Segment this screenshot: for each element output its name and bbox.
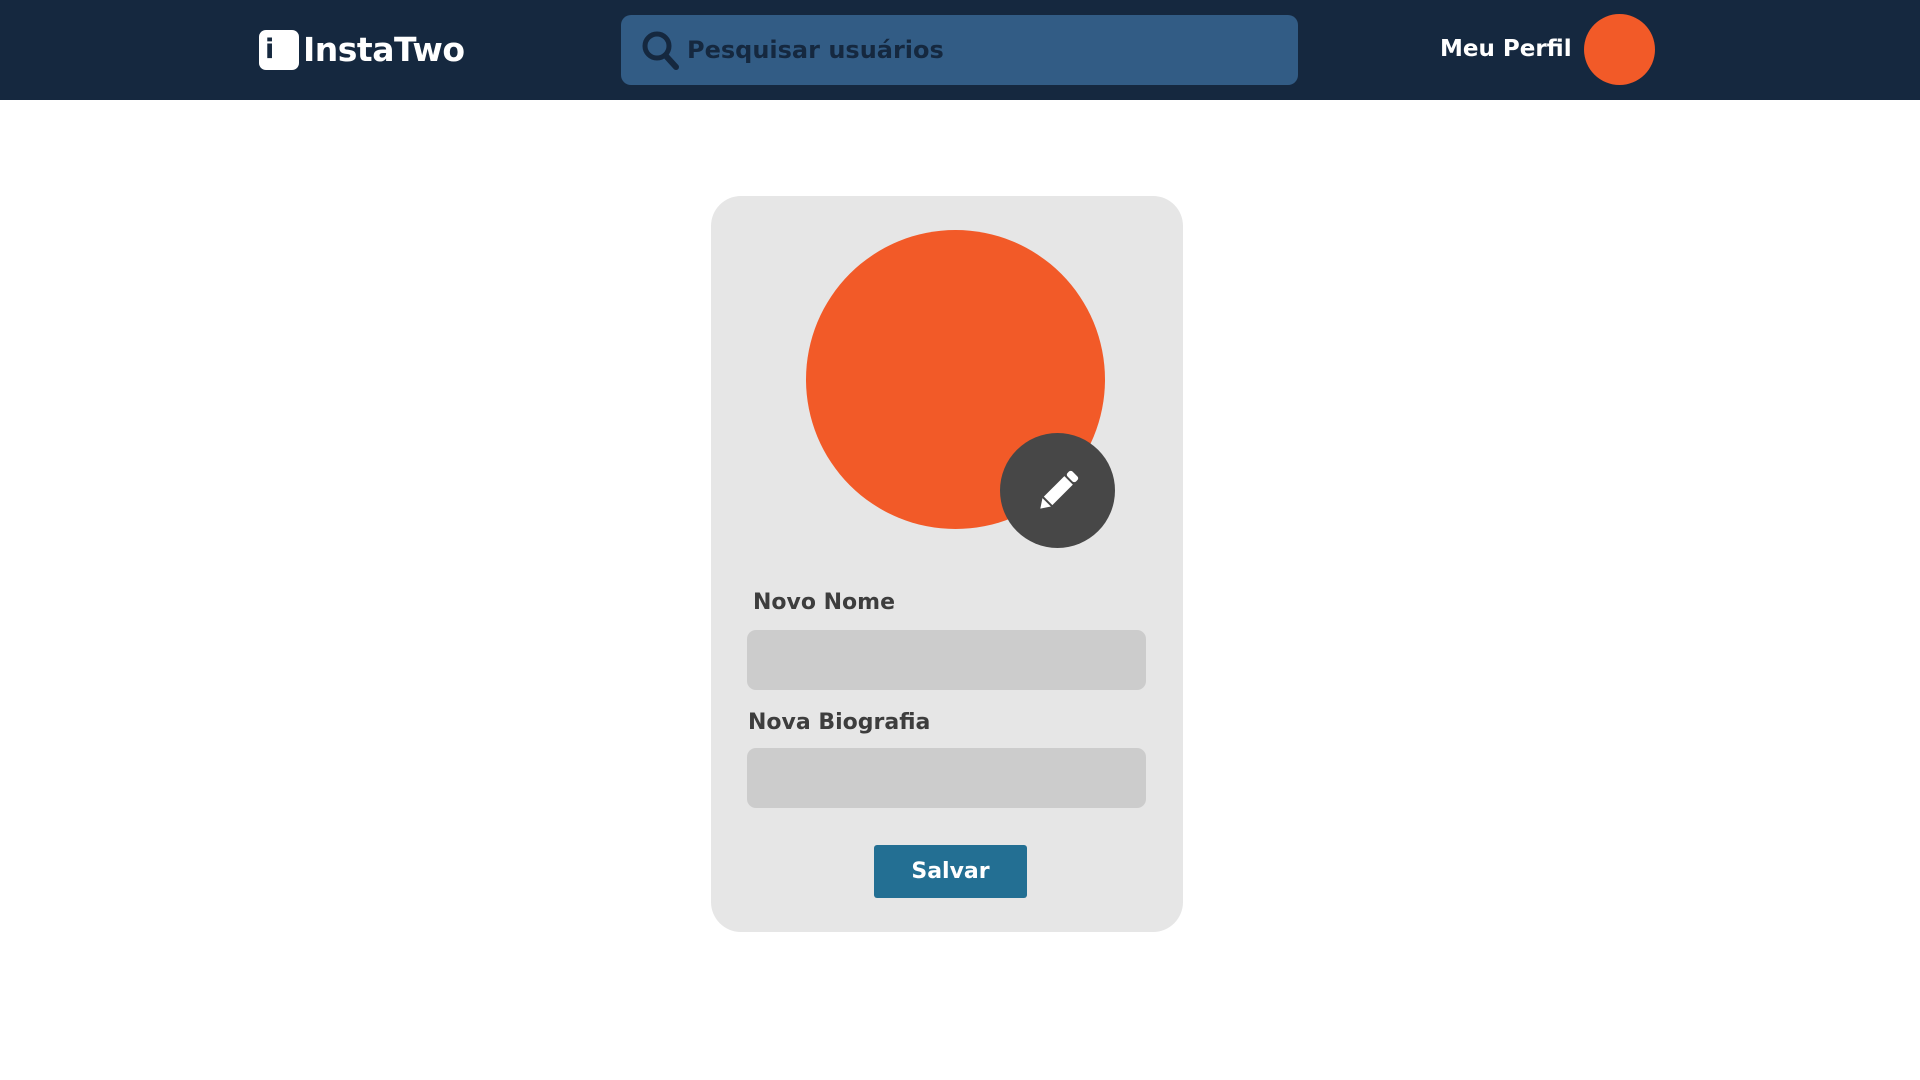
edit-profile-card: Novo Nome Nova Biografia Salvar xyxy=(711,196,1183,932)
search-input[interactable] xyxy=(687,25,1277,75)
new-bio-field[interactable] xyxy=(747,748,1146,808)
search-icon[interactable] xyxy=(641,30,679,70)
new-name-label: Novo Nome xyxy=(753,590,896,615)
new-name-field[interactable] xyxy=(747,630,1146,690)
app-name: InstaTwo xyxy=(303,30,465,69)
pencil-icon xyxy=(1039,470,1078,509)
save-button[interactable]: Salvar xyxy=(874,845,1027,898)
new-bio-label: Nova Biografia xyxy=(748,710,931,735)
search-bar[interactable] xyxy=(621,15,1298,85)
top-navbar: i InstaTwo Meu Perfil xyxy=(0,0,1920,100)
instatwo-logo-icon: i xyxy=(259,30,299,70)
logo-letter: i xyxy=(265,34,275,65)
avatar[interactable] xyxy=(1583,13,1655,85)
my-profile-label: Meu Perfil xyxy=(1440,36,1572,62)
edit-photo-button[interactable] xyxy=(1000,433,1115,548)
my-profile-link[interactable]: Meu Perfil xyxy=(1440,13,1655,85)
app-logo[interactable]: i InstaTwo xyxy=(259,29,465,71)
